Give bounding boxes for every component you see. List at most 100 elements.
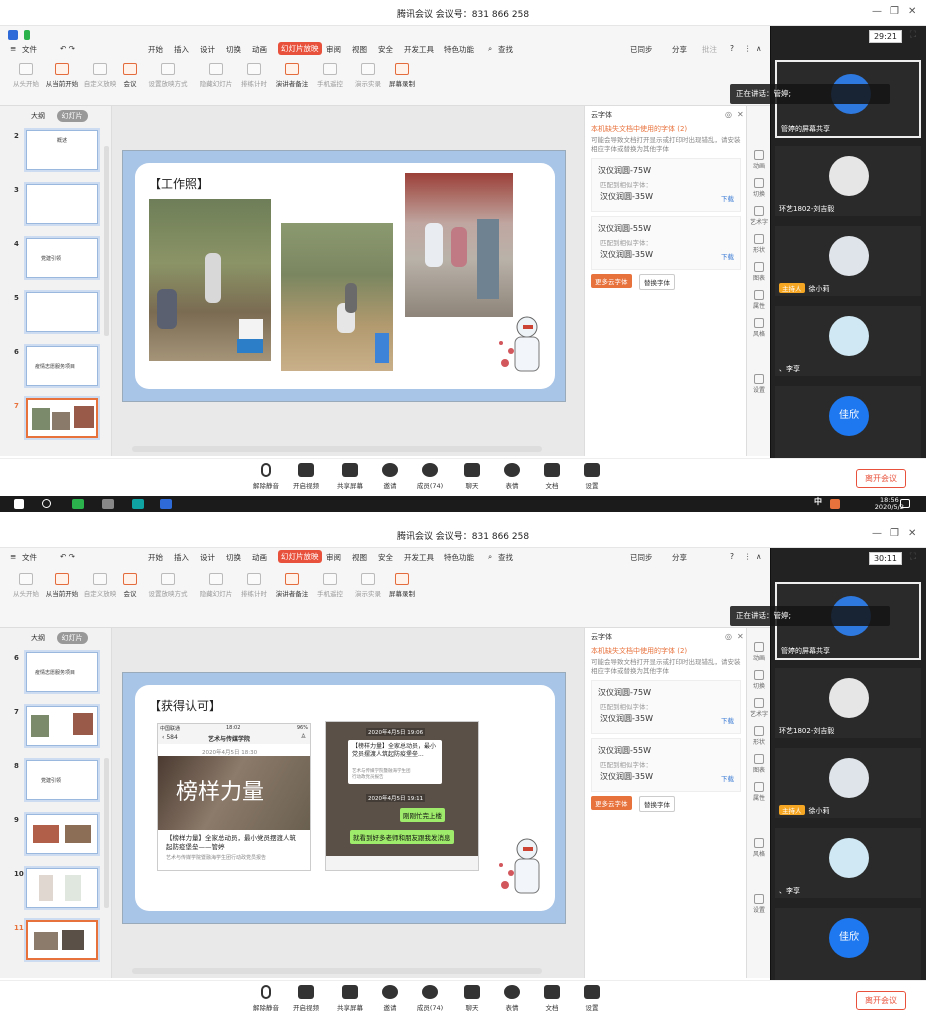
slide-thumb[interactable]: 概述	[26, 130, 98, 170]
ime-indicator[interactable]: 中	[814, 496, 822, 507]
members-button[interactable]: 成员(74)	[410, 463, 450, 490]
tab-devtools[interactable]: 开发工具	[404, 552, 434, 563]
tab-features[interactable]: 特色功能	[444, 44, 474, 55]
search-icon[interactable]: ⌕	[488, 552, 492, 562]
video-tile[interactable]: 主持人 徐小莉	[775, 748, 921, 818]
minimize-icon[interactable]: —	[872, 528, 882, 539]
tab-security[interactable]: 安全	[378, 552, 393, 563]
sidebar-item-wordart[interactable]: 艺术字	[749, 206, 769, 226]
sidebar-item-property[interactable]: 属性	[749, 290, 769, 310]
slide-thumb[interactable]	[26, 292, 98, 332]
replace-font-button[interactable]: 替换字体	[639, 796, 675, 812]
download-link[interactable]: 下载	[721, 773, 734, 783]
tab-transition[interactable]: 切换	[226, 552, 241, 563]
unmute-button[interactable]: 解除静音	[246, 463, 286, 490]
video-tile[interactable]: 、李享	[775, 828, 921, 898]
show-settings-button[interactable]: 设置放映方式	[146, 60, 190, 88]
fullscreen-icon[interactable]: ⛶	[910, 552, 916, 562]
font-replacement[interactable]: 汉仪润圆-35W	[600, 771, 653, 782]
sidebar-item-animation[interactable]: 动画	[749, 150, 769, 170]
wechat-icon[interactable]	[72, 499, 84, 509]
search-label[interactable]: 查找	[498, 44, 513, 55]
ime-icon[interactable]	[830, 499, 840, 509]
video-tile[interactable]: 环艺1802-刘吉毅	[775, 146, 921, 216]
chat-card[interactable]: 【榜样力量】全家总动员，最小党员摆渡人筑起防疫堡垒... 艺术与传媒学院暨融海学…	[348, 740, 442, 784]
menu-icon[interactable]: ≡	[10, 552, 16, 561]
video-tile[interactable]: 、李享	[775, 306, 921, 376]
slide[interactable]: 【获得认可】 中国联通 18:02 96% ‹ 584 艺术与传媒学院 ♙ 20…	[135, 685, 555, 911]
docs-button[interactable]: 文档	[532, 463, 572, 490]
video-tile[interactable]: 环艺1802-刘吉毅	[775, 668, 921, 738]
tab-review[interactable]: 审阅	[326, 44, 341, 55]
font-replacement[interactable]: 汉仪润圆-35W	[600, 713, 653, 724]
sidebar-item-chart[interactable]: 图表	[749, 262, 769, 282]
docs-button[interactable]: 文档	[532, 985, 572, 1012]
show-settings-button[interactable]: 设置放映方式	[146, 570, 190, 598]
share-screen-button[interactable]: 共享屏幕	[330, 463, 370, 490]
chat-input-bar[interactable]	[326, 856, 478, 870]
sync-status[interactable]: 已同步	[630, 44, 653, 55]
settings-button[interactable]: 设置	[572, 985, 612, 1012]
tab-slideshow[interactable]: 幻灯片放映	[278, 42, 322, 55]
undo-icon[interactable]: ↶ ↷	[60, 552, 75, 561]
tab-insert[interactable]: 插入	[174, 552, 189, 563]
tab-slides[interactable]: 幻灯片	[56, 110, 88, 122]
settings-icon[interactable]: ◎	[725, 632, 732, 641]
thumb-scrollbar[interactable]	[104, 758, 109, 908]
more-icon[interactable]: ⋮	[744, 44, 752, 53]
video-tile[interactable]: 佳欣	[775, 386, 921, 460]
canvas-scrollbar[interactable]	[132, 446, 542, 452]
minimize-icon[interactable]: —	[872, 6, 882, 17]
video-tile[interactable]: 佳欣	[775, 908, 921, 982]
restore-icon[interactable]: ❐	[890, 6, 899, 17]
video-button[interactable]: 开启视频	[286, 463, 326, 490]
video-tile[interactable]: 主持人 徐小莉	[775, 226, 921, 296]
slide-thumb[interactable]: 疫情志愿服务项目	[26, 346, 98, 386]
search-icon[interactable]: ⌕	[488, 44, 492, 54]
font-replacement[interactable]: 汉仪润圆-35W	[600, 249, 653, 260]
emoji-button[interactable]: 表情	[492, 985, 532, 1012]
leave-meeting-button[interactable]: 离开会议	[856, 469, 906, 488]
share-button[interactable]: 分享	[672, 552, 687, 563]
collapse-icon[interactable]: ∧	[756, 44, 762, 53]
help-icon[interactable]: ?	[730, 44, 734, 53]
comment-button[interactable]: 批注	[702, 44, 717, 55]
tab-features[interactable]: 特色功能	[444, 552, 474, 563]
tab-transition[interactable]: 切换	[226, 44, 241, 55]
close-icon[interactable]: ✕	[908, 528, 916, 539]
sidebar-item-style[interactable]: 风格	[749, 838, 769, 858]
tab-design[interactable]: 设计	[200, 44, 215, 55]
search-icon[interactable]	[42, 499, 51, 508]
app-icon[interactable]	[132, 499, 144, 509]
slide-thumb[interactable]: 党建引领	[26, 238, 98, 278]
members-button[interactable]: 成员(74)	[410, 985, 450, 1012]
close-icon[interactable]: ✕	[737, 110, 744, 119]
video-button[interactable]: 开启视频	[286, 985, 326, 1012]
sidebar-item-shape[interactable]: 形状	[749, 726, 769, 746]
tab-outline[interactable]: 大纲	[26, 632, 50, 644]
slide-thumb-selected[interactable]	[26, 920, 98, 960]
sidebar-item-wordart[interactable]: 艺术字	[749, 698, 769, 718]
download-link[interactable]: 下载	[721, 715, 734, 725]
sync-status[interactable]: 已同步	[630, 552, 653, 563]
leave-meeting-button[interactable]: 离开会议	[856, 991, 906, 1010]
tab-devtools[interactable]: 开发工具	[404, 44, 434, 55]
more-fonts-button[interactable]: 更多云字体	[591, 796, 632, 810]
undo-icon[interactable]: ↶ ↷	[60, 44, 75, 53]
slide-thumb[interactable]: 党建引领	[26, 760, 98, 800]
slide-thumb[interactable]	[26, 706, 98, 746]
slide-thumb[interactable]: 疫情志愿服务项目	[26, 652, 98, 692]
font-replacement[interactable]: 汉仪润圆-35W	[600, 191, 653, 202]
sidebar-item-transition[interactable]: 切换	[749, 670, 769, 690]
collapse-icon[interactable]: ∧	[756, 552, 762, 561]
windows-start-icon[interactable]	[14, 499, 24, 509]
tab-animation[interactable]: 动画	[252, 552, 267, 563]
more-icon[interactable]: ⋮	[744, 552, 752, 561]
tencent-meeting-icon[interactable]	[160, 499, 172, 509]
tab-home[interactable]: 开始	[148, 44, 163, 55]
chat-button[interactable]: 聊天	[452, 463, 492, 490]
more-fonts-button[interactable]: 更多云字体	[591, 274, 632, 288]
replace-font-button[interactable]: 替换字体	[639, 274, 675, 290]
tab-view[interactable]: 视图	[352, 44, 367, 55]
chat-button[interactable]: 聊天	[452, 985, 492, 1012]
